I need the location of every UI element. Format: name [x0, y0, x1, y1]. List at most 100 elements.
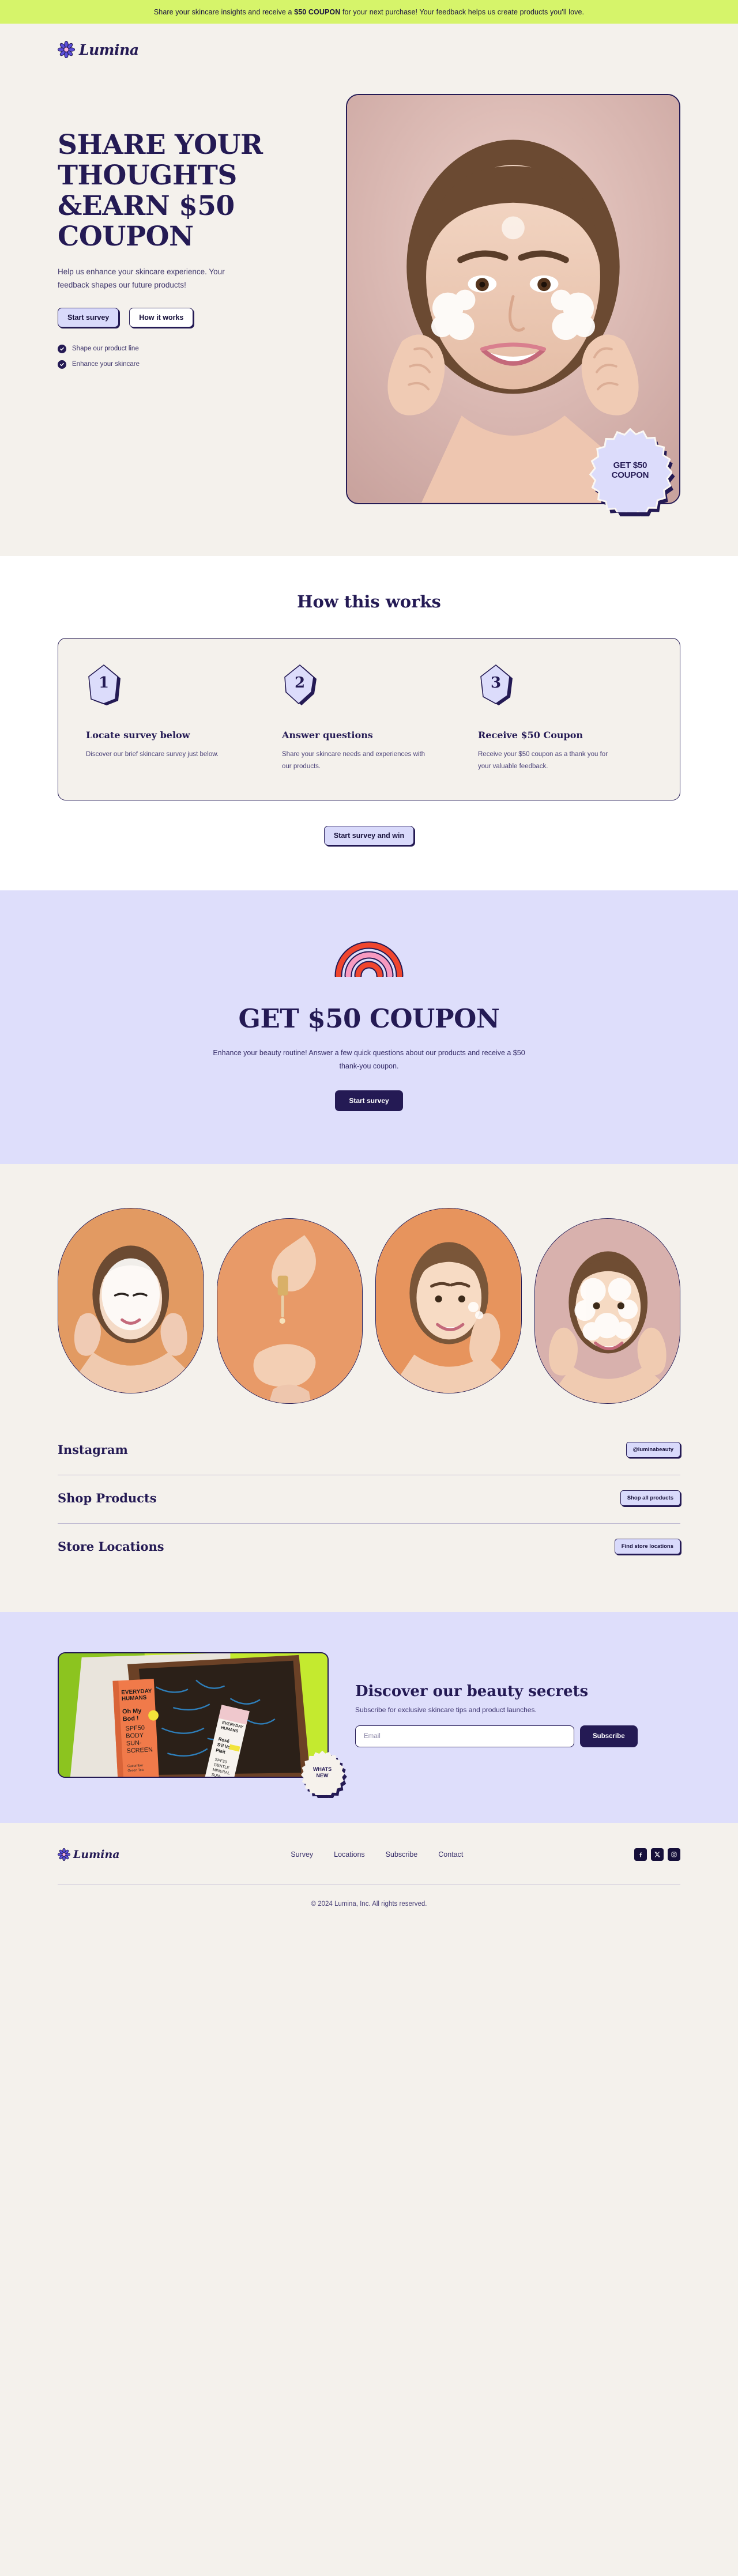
- how-it-works-section: How this works 1 Locate survey below Dis…: [0, 556, 738, 890]
- gallery-section: [0, 1164, 738, 1410]
- link-row-title: Store Locations: [58, 1539, 164, 1554]
- newsletter-media: EVERYDAY HUMANS Oh My Bod ! SPF50 BODY S…: [58, 1652, 347, 1798]
- svg-text:Oh My: Oh My: [122, 1708, 142, 1716]
- hero-copy: SHARE YOUR THOUGHTS &EARN $50 COUPON Hel…: [58, 94, 323, 369]
- hero-subtitle: Help us enhance your skincare experience…: [58, 267, 225, 289]
- section-title: How this works: [297, 592, 441, 611]
- instagram-icon[interactable]: [667, 1848, 680, 1861]
- hero-buttons: Start survey How it works: [58, 307, 323, 327]
- newsletter-form: Subscribe: [355, 1725, 680, 1747]
- page-title: SHARE YOUR THOUGHTS &EARN $50 COUPON: [58, 129, 263, 253]
- rainbow-icon: [334, 941, 404, 977]
- check-icon: [58, 360, 66, 369]
- site-footer: Lumina Survey Locations Subscribe Contac…: [0, 1822, 738, 1927]
- whats-new-line1: WHATS: [312, 1766, 332, 1772]
- instagram-handle-button[interactable]: @luminabeauty: [626, 1441, 680, 1457]
- announcement-post: for your next purchase! Your feedback he…: [340, 7, 585, 16]
- step-badge: 3: [478, 664, 514, 707]
- step-description: Discover our brief skincare survey just …: [86, 751, 219, 758]
- brand-name: Lumina: [79, 41, 139, 58]
- footer-social: [634, 1848, 680, 1861]
- footer-link-contact[interactable]: Contact: [438, 1850, 463, 1859]
- step-item: 1 Locate survey below Discover our brief…: [86, 664, 260, 773]
- gallery-item[interactable]: [216, 1218, 363, 1404]
- svg-text:SPF50: SPF50: [125, 1724, 145, 1732]
- step-description: Receive your $50 coupon as a thank you f…: [478, 751, 608, 770]
- svg-text:SUN-: SUN-: [126, 1739, 142, 1747]
- link-row-title: Instagram: [58, 1442, 128, 1457]
- steps-card: 1 Locate survey below Discover our brief…: [58, 638, 680, 800]
- email-field[interactable]: [355, 1725, 574, 1747]
- newsletter-title: Discover our beauty secrets: [355, 1682, 589, 1700]
- hero-benefits: Shape our product line Enhance your skin…: [58, 344, 323, 369]
- footer-nav: Survey Locations Subscribe Contact: [291, 1850, 463, 1859]
- benefit-item: Enhance your skincare: [58, 360, 323, 369]
- gallery-item[interactable]: [58, 1207, 204, 1393]
- flower-icon: [57, 1848, 71, 1861]
- coupon-badge-line2: COUPON: [611, 470, 649, 480]
- footer-link-locations[interactable]: Locations: [334, 1850, 365, 1859]
- step-description: Share your skincare needs and experience…: [282, 751, 426, 770]
- facebook-icon[interactable]: [634, 1848, 647, 1861]
- newsletter-subtitle: Subscribe for exclusive skincare tips an…: [355, 1705, 537, 1714]
- x-icon[interactable]: [650, 1848, 664, 1861]
- how-it-works-button[interactable]: How it works: [129, 307, 194, 327]
- newsletter-copy: Discover our beauty secrets Subscribe fo…: [355, 1683, 680, 1747]
- benefit-item: Shape our product line: [58, 344, 323, 353]
- svg-text:BODY: BODY: [126, 1732, 144, 1740]
- find-store-locations-button[interactable]: Find store locations: [614, 1538, 680, 1554]
- svg-text:SCREEN: SCREEN: [126, 1746, 153, 1754]
- band-start-survey-button[interactable]: Start survey: [335, 1090, 403, 1111]
- svg-text:Bod !: Bod !: [122, 1715, 138, 1723]
- quick-links-section: Instagram @luminabeauty Shop Products Sh…: [0, 1409, 738, 1612]
- hero-media: GET $50 COUPON: [346, 94, 680, 516]
- logo[interactable]: Lumina: [57, 40, 139, 59]
- coupon-band-section: GET $50 COUPON Enhance your beauty routi…: [0, 890, 738, 1164]
- site-header: Lumina: [0, 24, 738, 75]
- whats-new-label: WHATS NEW: [300, 1750, 345, 1795]
- footer-logo[interactable]: Lumina: [57, 1848, 120, 1861]
- how-cta-wrap: Start survey and win: [58, 825, 680, 845]
- gallery-item[interactable]: [534, 1218, 680, 1404]
- step-number: 2: [294, 674, 306, 692]
- link-row: Instagram @luminabeauty: [58, 1427, 680, 1475]
- footer-top: Lumina Survey Locations Subscribe Contac…: [57, 1848, 680, 1884]
- footer-link-survey[interactable]: Survey: [291, 1850, 313, 1859]
- start-survey-and-win-button[interactable]: Start survey and win: [323, 825, 415, 845]
- newsletter-section: EVERYDAY HUMANS Oh My Bod ! SPF50 BODY S…: [0, 1611, 738, 1823]
- coupon-badge-label: GET $50 COUPON: [588, 428, 672, 512]
- whats-new-line2: NEW: [316, 1772, 329, 1778]
- shop-all-products-button[interactable]: Shop all products: [620, 1490, 680, 1506]
- announcement-bar: Share your skincare insights and receive…: [0, 0, 738, 24]
- step-title: Receive $50 Coupon: [478, 730, 583, 741]
- coupon-badge: GET $50 COUPON: [588, 428, 675, 516]
- link-row-title: Shop Products: [58, 1490, 157, 1505]
- start-survey-button[interactable]: Start survey: [58, 307, 119, 327]
- subscribe-button[interactable]: Subscribe: [580, 1725, 638, 1747]
- announcement-text: Share your skincare insights and receive…: [154, 8, 584, 16]
- step-badge: 1: [86, 664, 122, 707]
- landing-page: Share your skincare insights and receive…: [0, 0, 738, 1927]
- whats-new-badge: WHATS NEW: [300, 1750, 347, 1798]
- announcement-bold: $50 COUPON: [294, 7, 341, 16]
- step-number: 3: [490, 674, 502, 692]
- flower-icon: [57, 40, 76, 59]
- link-row: Shop Products Shop all products: [58, 1474, 680, 1523]
- gallery-item[interactable]: [375, 1207, 522, 1393]
- coupon-badge-line1: GET $50: [613, 460, 647, 470]
- product-image: EVERYDAY HUMANS Oh My Bod ! SPF50 BODY S…: [58, 1652, 329, 1778]
- step-item: 3 Receive $50 Coupon Receive your $50 co…: [478, 664, 652, 773]
- step-badge: 2: [282, 664, 318, 707]
- svg-text:HUMANS: HUMANS: [122, 1694, 147, 1702]
- step-number: 1: [98, 674, 110, 692]
- copyright: © 2024 Lumina, Inc. All rights reserved.: [58, 1883, 680, 1927]
- hero-section: SHARE YOUR THOUGHTS &EARN $50 COUPON Hel…: [0, 75, 738, 556]
- step-title: Answer questions: [282, 730, 373, 741]
- benefit-label: Enhance your skincare: [72, 361, 140, 368]
- band-subtitle: Enhance your beauty routine! Answer a fe…: [213, 1048, 525, 1070]
- announcement-pre: Share your skincare insights and receive…: [153, 7, 295, 16]
- link-row: Store Locations Find store locations: [58, 1523, 680, 1572]
- footer-link-subscribe[interactable]: Subscribe: [386, 1850, 418, 1859]
- step-title: Locate survey below: [86, 730, 190, 741]
- step-item: 2 Answer questions Share your skincare n…: [282, 664, 456, 773]
